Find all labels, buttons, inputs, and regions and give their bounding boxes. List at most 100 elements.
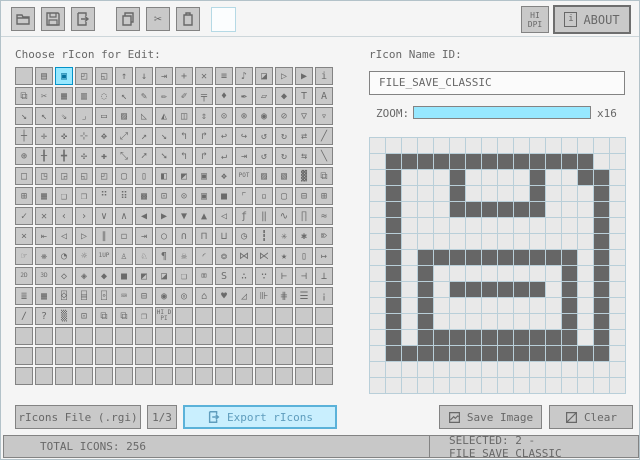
pixel-8-0[interactable]	[498, 138, 513, 153]
pixel-15-0[interactable]	[610, 138, 625, 153]
icon-cell-36[interactable]: ▭	[95, 107, 113, 125]
icon-cell-18[interactable]: ▦	[55, 87, 73, 105]
icon-cell-200[interactable]	[175, 307, 193, 325]
icon-cell-113[interactable]: ✕	[35, 207, 53, 225]
pixel-2-6[interactable]	[402, 234, 417, 249]
icon-cell-128[interactable]: ×	[15, 227, 33, 245]
icon-cell-124[interactable]: ‖	[255, 207, 273, 225]
pixel-8-13[interactable]	[498, 346, 513, 361]
pixel-13-7[interactable]	[578, 250, 593, 265]
pixel-0-5[interactable]	[370, 218, 385, 233]
icon-cell-79[interactable]: ╲	[315, 147, 333, 165]
pixel-8-8[interactable]	[498, 266, 513, 281]
pixel-1-12[interactable]	[386, 330, 401, 345]
icon-cell-140[interactable]: ┇	[255, 227, 273, 245]
icon-cell-176[interactable]: ≣	[15, 287, 33, 305]
pixel-6-9[interactable]	[466, 282, 481, 297]
pixel-7-7[interactable]	[482, 250, 497, 265]
icon-cell-205[interactable]	[275, 307, 293, 325]
pixel-9-7[interactable]	[514, 250, 529, 265]
icon-cell-226[interactable]	[55, 347, 73, 365]
pixel-1-6[interactable]	[386, 234, 401, 249]
icon-cell-168[interactable]: ❏	[175, 267, 193, 285]
pixel-2-8[interactable]	[402, 266, 417, 281]
pixel-4-5[interactable]	[434, 218, 449, 233]
icon-cell-164[interactable]: ◆	[95, 267, 113, 285]
icon-cell-75[interactable]: ⇥	[235, 147, 253, 165]
icon-cell-126[interactable]: ∏	[295, 207, 313, 225]
pixel-14-2[interactable]	[594, 170, 609, 185]
icon-cell-39[interactable]: ◭	[155, 107, 173, 125]
pixel-0-11[interactable]	[370, 314, 385, 329]
pixel-7-12[interactable]	[482, 330, 497, 345]
pixel-0-9[interactable]	[370, 282, 385, 297]
icon-cell-179[interactable]: ⌸	[75, 287, 93, 305]
pixel-10-6[interactable]	[530, 234, 545, 249]
pixel-10-10[interactable]	[530, 298, 545, 313]
icon-cell-89[interactable]: ▣	[195, 167, 213, 185]
pixel-2-10[interactable]	[402, 298, 417, 313]
pixel-7-1[interactable]	[482, 154, 497, 169]
icon-cell-60[interactable]: ↺	[255, 127, 273, 145]
icon-cell-212[interactable]	[95, 327, 113, 345]
pixel-13-2[interactable]	[578, 170, 593, 185]
icon-cell-29[interactable]: ◆	[275, 87, 293, 105]
pixel-7-3[interactable]	[482, 186, 497, 201]
icon-cell-116[interactable]: ∨	[95, 207, 113, 225]
icon-cell-227[interactable]	[75, 347, 93, 365]
pixel-1-7[interactable]	[386, 250, 401, 265]
icon-cell-74[interactable]: ↵	[215, 147, 233, 165]
pixel-8-7[interactable]	[498, 250, 513, 265]
icon-cell-104[interactable]: ⊙	[175, 187, 193, 205]
icon-cell-19[interactable]: ▥	[75, 87, 93, 105]
pixel-10-8[interactable]	[530, 266, 545, 281]
icon-cell-159[interactable]: ↦	[315, 247, 333, 265]
icon-cell-190[interactable]: ☰	[295, 287, 313, 305]
icon-cell-214[interactable]	[135, 327, 153, 345]
pixel-1-4[interactable]	[386, 202, 401, 217]
icon-cell-43[interactable]: ⊚	[235, 107, 253, 125]
icon-cell-42[interactable]: ⊙	[215, 107, 233, 125]
pixel-9-3[interactable]	[514, 186, 529, 201]
icon-cell-198[interactable]: ❐	[135, 307, 153, 325]
pixel-9-2[interactable]	[514, 170, 529, 185]
icon-cell-207[interactable]	[315, 307, 333, 325]
zoom-slider[interactable]	[413, 106, 591, 119]
icon-cell-108[interactable]: ▫	[255, 187, 273, 205]
pixel-12-2[interactable]	[562, 170, 577, 185]
pixel-0-0[interactable]	[370, 138, 385, 153]
icon-cell-137[interactable]: ⊓	[195, 227, 213, 245]
pixel-9-9[interactable]	[514, 282, 529, 297]
pixel-7-9[interactable]	[482, 282, 497, 297]
icon-cell-2[interactable]: ▣	[55, 67, 73, 85]
icon-cell-156[interactable]: ⋉	[255, 247, 273, 265]
pixel-15-14[interactable]	[610, 362, 625, 377]
icon-cell-40[interactable]: ◫	[175, 107, 193, 125]
pixel-1-2[interactable]	[386, 170, 401, 185]
pixel-5-3[interactable]	[450, 186, 465, 201]
pixel-8-12[interactable]	[498, 330, 513, 345]
pixel-6-0[interactable]	[466, 138, 481, 153]
hidpi-toggle-button[interactable]: HI DPI	[521, 6, 549, 33]
pixel-12-0[interactable]	[562, 138, 577, 153]
pixel-3-9[interactable]	[418, 282, 433, 297]
icon-cell-32[interactable]: ↘	[15, 107, 33, 125]
icon-cell-197[interactable]: ⧉	[115, 307, 133, 325]
icon-cell-22[interactable]: ✎	[135, 87, 153, 105]
icon-cell-68[interactable]: ✚	[95, 147, 113, 165]
pixel-0-15[interactable]	[370, 378, 385, 393]
pixel-12-8[interactable]	[562, 266, 577, 281]
pixel-5-6[interactable]	[450, 234, 465, 249]
pixel-13-1[interactable]	[578, 154, 593, 169]
icon-cell-13[interactable]: ▷	[275, 67, 293, 85]
icon-cell-61[interactable]: ↻	[275, 127, 293, 145]
icon-cell-135[interactable]: ○	[155, 227, 173, 245]
pixel-3-8[interactable]	[418, 266, 433, 281]
pixel-15-5[interactable]	[610, 218, 625, 233]
icon-cell-115[interactable]: ›	[75, 207, 93, 225]
pixel-6-8[interactable]	[466, 266, 481, 281]
pixel-11-10[interactable]	[546, 298, 561, 313]
icon-cell-242[interactable]	[55, 367, 73, 385]
icon-cell-58[interactable]: ↩	[215, 127, 233, 145]
icon-cell-166[interactable]: ◩	[135, 267, 153, 285]
